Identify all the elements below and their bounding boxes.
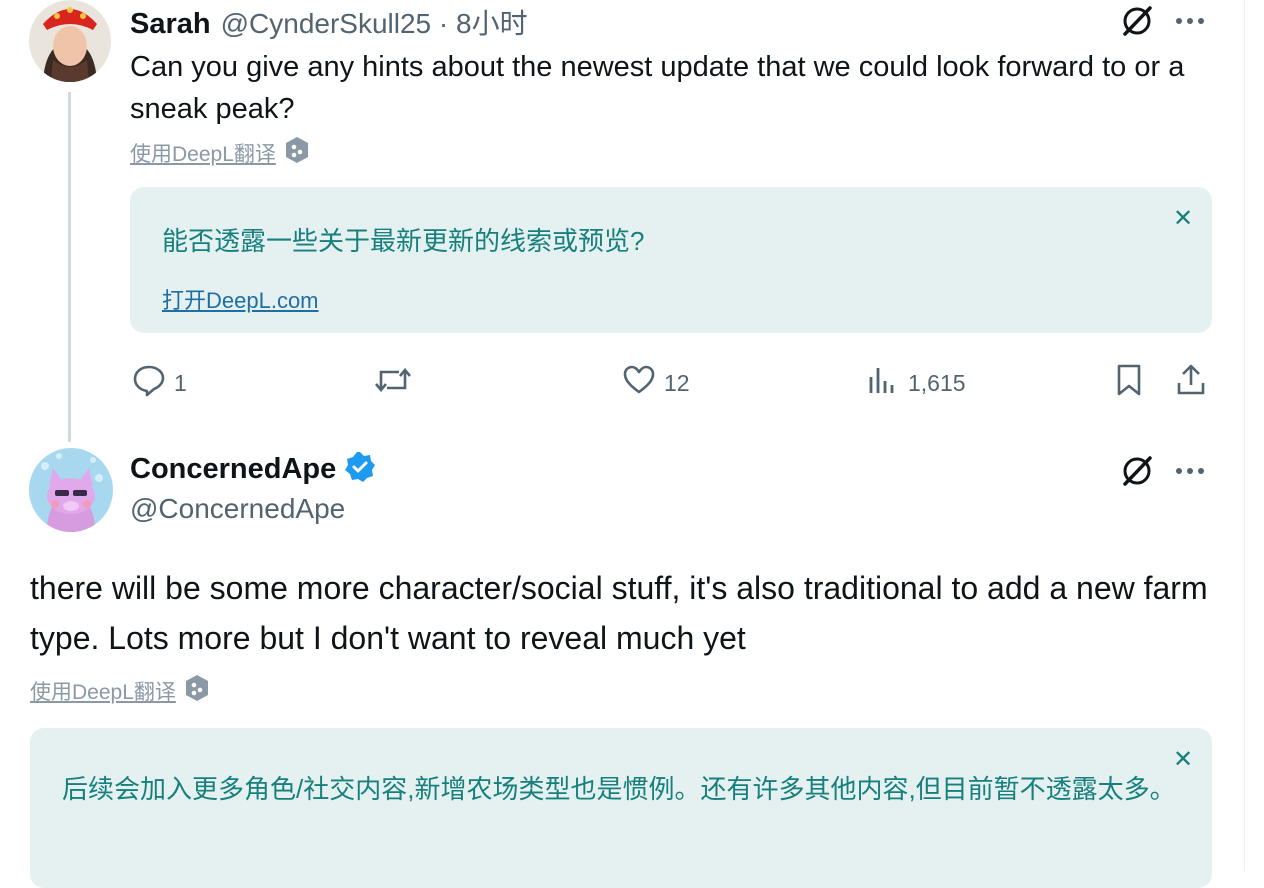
reply-icon (132, 363, 166, 403)
translation-box: ✕ 能否透露一些关于最新更新的线索或预览? 打开DeepL.com (130, 187, 1212, 333)
close-icon[interactable]: ✕ (1173, 207, 1193, 231)
views-action[interactable]: 1,615 (866, 363, 966, 403)
deepl-logo-icon (184, 674, 210, 707)
deepl-logo-icon (284, 136, 310, 169)
retweet-icon (373, 363, 413, 403)
author-handle[interactable]: @ConcernedApe (130, 493, 345, 525)
tweet-text: Can you give any hints about the newest … (130, 51, 1185, 125)
translation-box: ✕ 后续会加入更多角色/社交内容,新增农场类型也是惯例。还有许多其他内容,但目前… (30, 728, 1212, 888)
open-deepl-link[interactable]: 打开DeepL.com (162, 283, 319, 315)
avatar-concernedape[interactable] (29, 448, 113, 532)
more-icon[interactable] (1172, 454, 1208, 488)
author-handle-time[interactable]: @CynderSkull25 · 8小时 (221, 2, 528, 42)
tweet-text: there will be some more character/social… (30, 570, 1208, 656)
thread-connector-line (68, 92, 71, 442)
like-action[interactable]: 12 (622, 363, 690, 403)
like-count: 12 (664, 369, 690, 396)
translate-with-deepl-link[interactable]: 使用DeepL翻译 (30, 676, 176, 706)
grok-icon[interactable] (1118, 452, 1156, 490)
share-icon[interactable] (1174, 363, 1208, 397)
more-icon[interactable] (1172, 4, 1208, 38)
views-icon (866, 363, 900, 403)
column-border (1244, 0, 1245, 871)
reply-count: 1 (174, 369, 187, 396)
retweet-action[interactable] (373, 363, 421, 403)
grok-icon[interactable] (1118, 2, 1156, 40)
views-count: 1,615 (908, 369, 966, 396)
bookmark-icon[interactable] (1112, 363, 1146, 397)
verified-badge-icon[interactable] (344, 451, 376, 488)
reply-action[interactable]: 1 (132, 363, 187, 403)
translation-text: 后续会加入更多角色/社交内容,新增农场类型也是惯例。还有许多其他内容,但目前暂不… (62, 774, 1176, 804)
avatar-sarah[interactable] (29, 0, 111, 82)
author-name[interactable]: ConcernedApe (130, 453, 336, 486)
like-icon (622, 363, 656, 403)
translation-text: 能否透露一些关于最新更新的线索或预览? (162, 226, 645, 256)
author-name[interactable]: Sarah (130, 8, 211, 41)
translate-with-deepl-link[interactable]: 使用DeepL翻译 (130, 138, 276, 168)
